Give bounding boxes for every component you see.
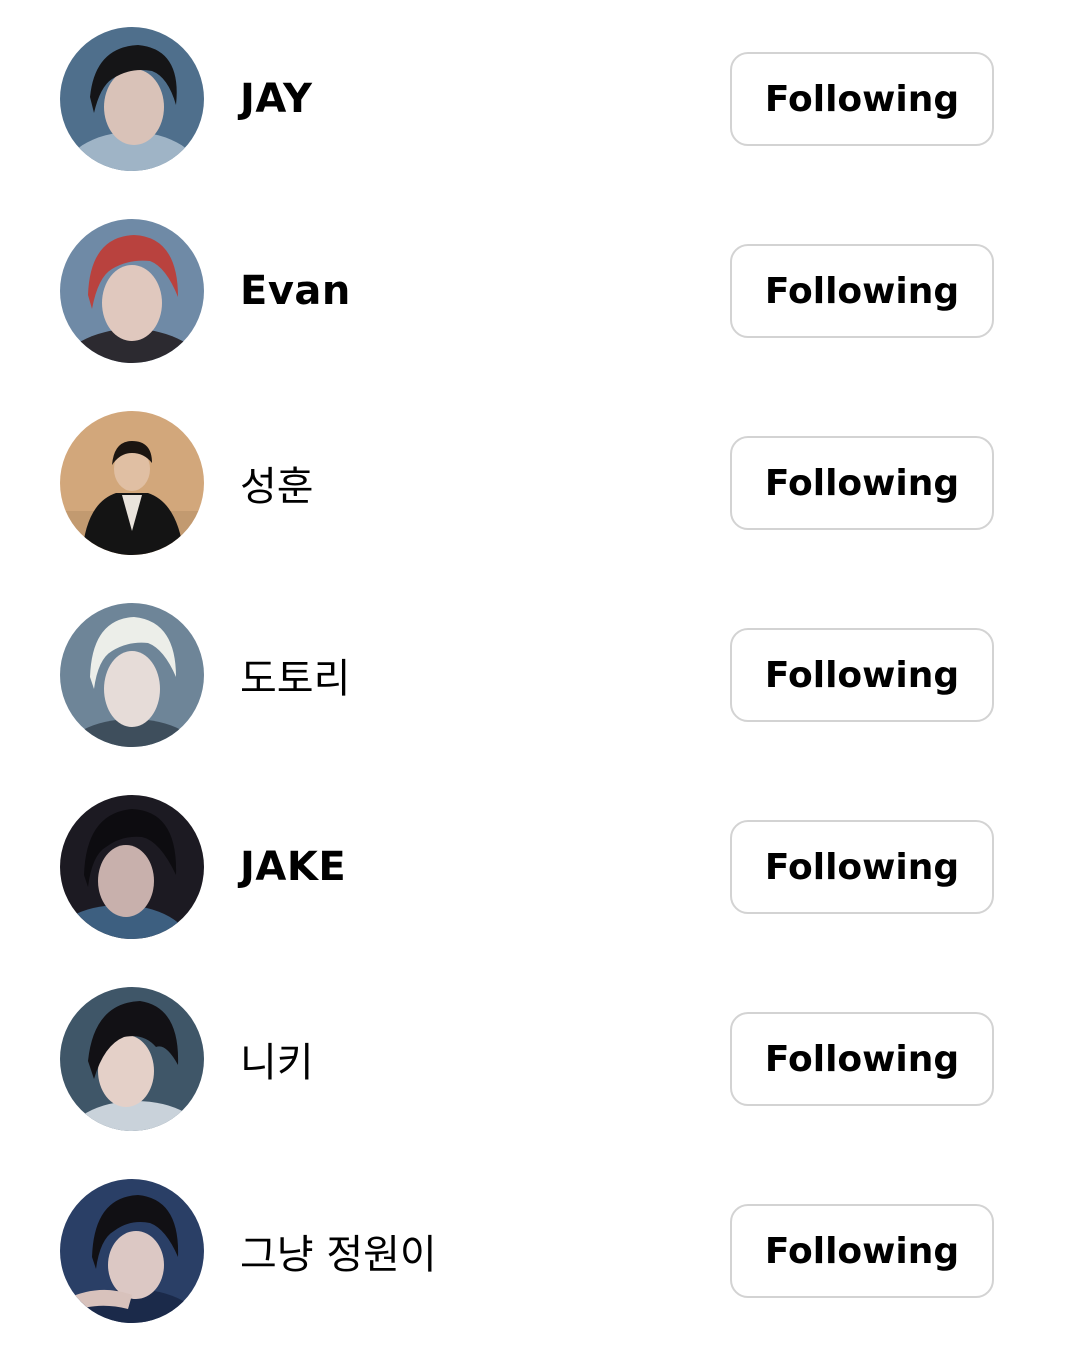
list-item: 도토리 Following	[0, 603, 1068, 795]
avatar[interactable]	[60, 411, 204, 555]
avatar[interactable]	[60, 1179, 204, 1323]
list-item: 니키 Following	[0, 987, 1068, 1179]
avatar-photo	[60, 1179, 204, 1323]
avatar[interactable]	[60, 219, 204, 363]
user-name[interactable]: JAY	[240, 76, 312, 122]
following-list: JAY Following Evan Following 성훈 Followin…	[0, 27, 1068, 1371]
following-button[interactable]: Following	[730, 52, 994, 146]
avatar-photo	[60, 795, 204, 939]
list-item: JAKE Following	[0, 795, 1068, 987]
avatar[interactable]	[60, 603, 204, 747]
user-name[interactable]: Evan	[240, 268, 351, 314]
list-item: Evan Following	[0, 219, 1068, 411]
following-button[interactable]: Following	[730, 820, 994, 914]
list-item: JAY Following	[0, 27, 1068, 219]
list-item: 성훈 Following	[0, 411, 1068, 603]
user-name[interactable]: 니키	[240, 1030, 314, 1088]
user-name[interactable]: JAKE	[240, 844, 346, 890]
following-button[interactable]: Following	[730, 1204, 994, 1298]
avatar-photo	[60, 987, 204, 1131]
following-button[interactable]: Following	[730, 628, 994, 722]
avatar-photo	[60, 603, 204, 747]
following-button[interactable]: Following	[730, 436, 994, 530]
following-button[interactable]: Following	[730, 244, 994, 338]
user-name[interactable]: 성훈	[240, 454, 314, 512]
user-name[interactable]: 도토리	[240, 646, 350, 704]
following-button[interactable]: Following	[730, 1012, 994, 1106]
list-item: 그냥 정원이 Following	[0, 1179, 1068, 1371]
avatar-photo	[60, 219, 204, 363]
avatar-photo	[60, 27, 204, 171]
avatar[interactable]	[60, 987, 204, 1131]
user-name[interactable]: 그냥 정원이	[240, 1222, 437, 1280]
avatar[interactable]	[60, 795, 204, 939]
avatar[interactable]	[60, 27, 204, 171]
avatar-photo	[60, 411, 204, 555]
